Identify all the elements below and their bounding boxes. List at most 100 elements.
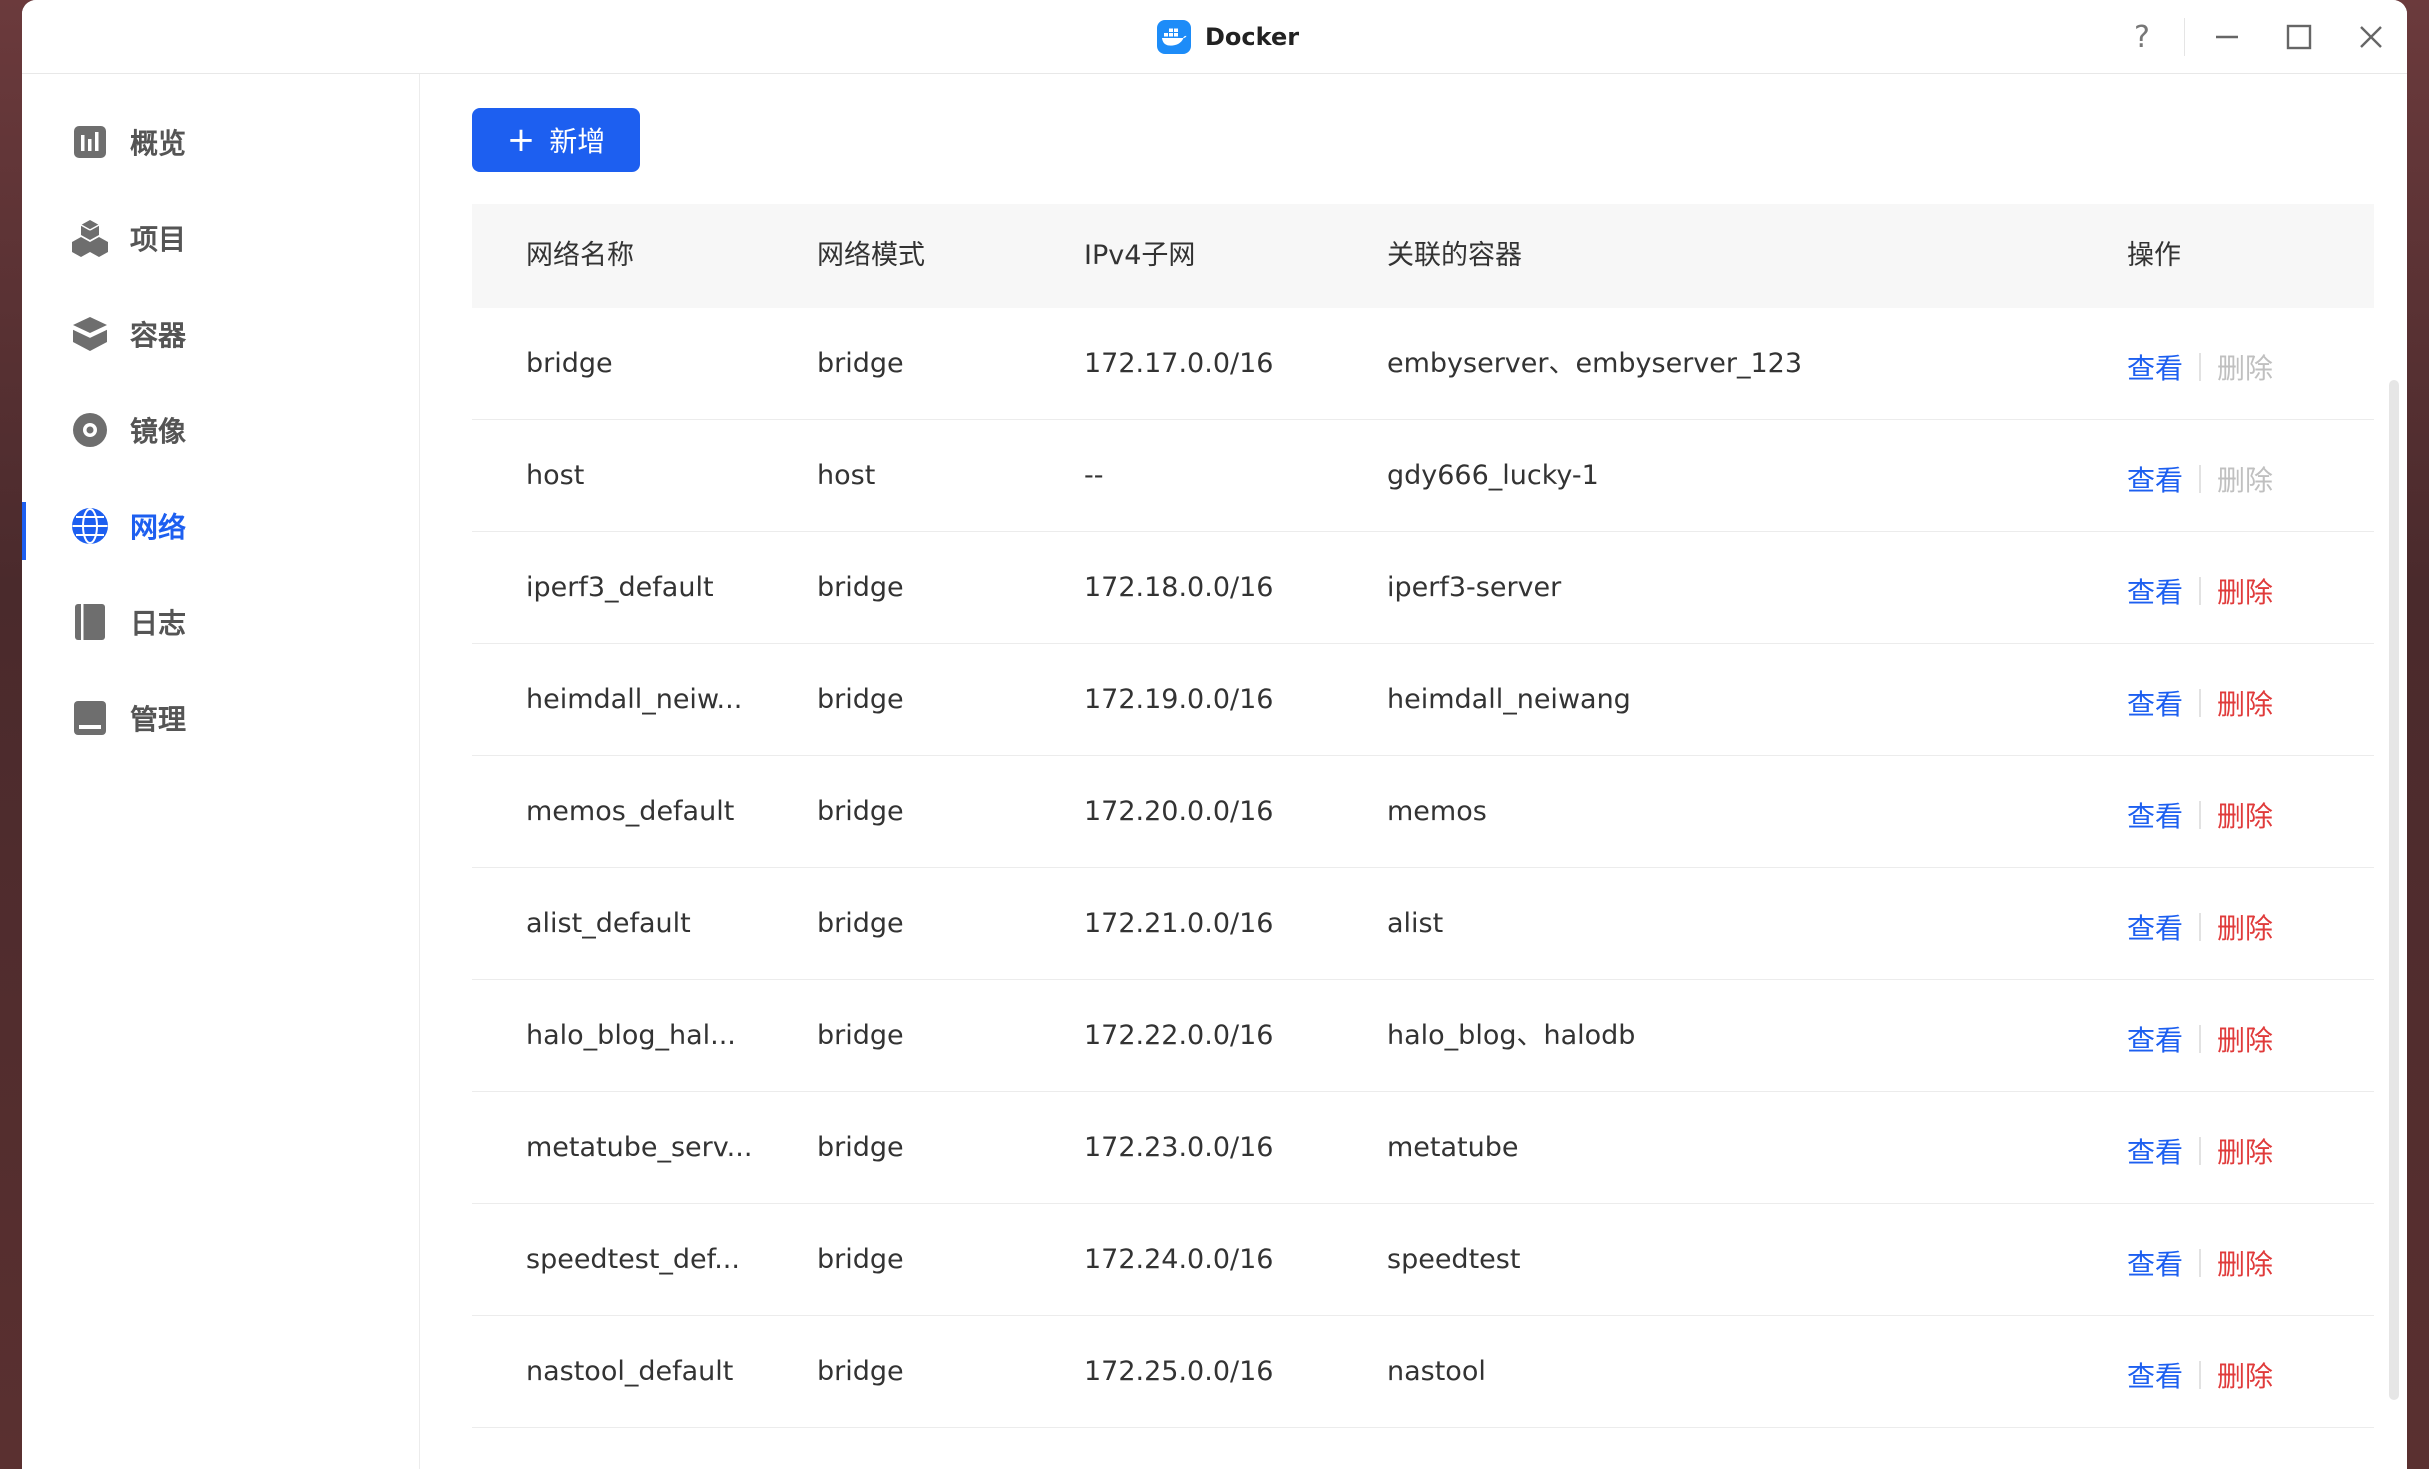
- action-divider: [2199, 1249, 2202, 1277]
- linked-containers: iperf3-server: [1387, 572, 1562, 603]
- delete-button[interactable]: 删除: [2217, 683, 2273, 723]
- sidebar-item-label: 镜像: [130, 415, 187, 448]
- network-name: metatube_serv...: [526, 1132, 753, 1163]
- ipv4-subnet: --: [1084, 460, 1104, 491]
- window-title: Docker: [1205, 23, 1300, 51]
- delete-button[interactable]: 删除: [2217, 1355, 2273, 1395]
- sidebar-item-label: 项目: [130, 223, 187, 256]
- ipv4-subnet: 172.23.0.0/16: [1084, 1132, 1274, 1163]
- header-actions: 操作: [2127, 240, 2181, 271]
- delete-button[interactable]: 删除: [2217, 571, 2273, 611]
- table-body: bridge bridge 172.17.0.0/16 embyserver、e…: [472, 308, 2374, 1428]
- sidebar-item-network[interactable]: 网络: [22, 486, 420, 566]
- view-button[interactable]: 查看: [2127, 1355, 2183, 1395]
- action-divider: [2199, 1137, 2202, 1165]
- table-row: memos_default bridge 172.20.0.0/16 memos…: [472, 756, 2374, 868]
- header-network-name[interactable]: 网络名称: [526, 204, 634, 308]
- header-network-mode[interactable]: 网络模式: [817, 204, 925, 308]
- view-button[interactable]: 查看: [2127, 1243, 2183, 1283]
- network-table: 网络名称 网络模式 IPv4子网 关联的容器 操作 bridge bridge …: [472, 204, 2374, 1428]
- network-mode: bridge: [817, 1132, 904, 1163]
- scrollbar[interactable]: [2389, 380, 2399, 1400]
- view-button[interactable]: 查看: [2127, 795, 2183, 835]
- row-actions: 查看 删除: [2127, 756, 2273, 868]
- view-button[interactable]: 查看: [2127, 571, 2183, 611]
- table-row: iperf3_default bridge 172.18.0.0/16 iper…: [472, 532, 2374, 644]
- minimize-icon[interactable]: [2191, 0, 2263, 74]
- docker-icon: [1157, 20, 1191, 54]
- view-button[interactable]: 查看: [2127, 347, 2183, 387]
- ipv4-subnet: 172.19.0.0/16: [1084, 684, 1274, 715]
- network-name: iperf3_default: [526, 572, 714, 603]
- help-icon[interactable]: ?: [2106, 0, 2178, 74]
- ipv4-subnet: 172.20.0.0/16: [1084, 796, 1274, 827]
- add-button-label: 新增: [549, 125, 606, 158]
- view-button[interactable]: 查看: [2127, 683, 2183, 723]
- sidebar-item-management[interactable]: 管理: [22, 678, 420, 758]
- view-button[interactable]: 查看: [2127, 1019, 2183, 1059]
- network-name: bridge: [526, 348, 613, 379]
- network-mode: bridge: [817, 1020, 904, 1051]
- sidebar-item-label: 容器: [130, 319, 187, 352]
- row-actions: 查看 删除: [2127, 644, 2273, 756]
- network-mode: bridge: [817, 1244, 904, 1275]
- table-header: 网络名称 网络模式 IPv4子网 关联的容器 操作: [472, 204, 2374, 308]
- network-mode: bridge: [817, 796, 904, 827]
- sidebar-item-containers[interactable]: 容器: [22, 294, 420, 374]
- main-content: + 新增 网络名称 网络模式 IPv4子网 关联的容器 操作 bridge br…: [420, 74, 2407, 1469]
- sidebar-item-label: 管理: [130, 703, 187, 736]
- disc-icon: [70, 410, 110, 450]
- delete-button[interactable]: 删除: [2217, 907, 2273, 947]
- action-divider: [2199, 353, 2202, 381]
- plus-icon: +: [506, 120, 536, 160]
- sidebar-item-overview[interactable]: 概览: [22, 102, 420, 182]
- add-network-button[interactable]: + 新增: [472, 108, 640, 172]
- sidebar-item-images[interactable]: 镜像: [22, 390, 420, 470]
- ipv4-subnet: 172.24.0.0/16: [1084, 1244, 1274, 1275]
- layers-icon: [70, 314, 110, 354]
- delete-button[interactable]: 删除: [2217, 1243, 2273, 1283]
- table-row: halo_blog_hal... bridge 172.22.0.0/16 ha…: [472, 980, 2374, 1092]
- maximize-icon[interactable]: [2263, 0, 2335, 74]
- book-icon: [70, 602, 110, 642]
- view-button[interactable]: 查看: [2127, 907, 2183, 947]
- linked-containers: gdy666_lucky-1: [1387, 460, 1599, 491]
- delete-button[interactable]: 删除: [2217, 1131, 2273, 1171]
- drive-icon: [70, 698, 110, 738]
- close-icon[interactable]: [2335, 0, 2407, 74]
- network-mode: bridge: [817, 1356, 904, 1387]
- network-name: alist_default: [526, 908, 691, 939]
- table-row: speedtest_def... bridge 172.24.0.0/16 sp…: [472, 1204, 2374, 1316]
- sidebar-item-projects[interactable]: 项目: [22, 198, 420, 278]
- sidebar-item-label: 概览: [130, 127, 187, 160]
- linked-containers: alist: [1387, 908, 1444, 939]
- network-mode: host: [817, 460, 876, 491]
- header-ipv4-subnet[interactable]: IPv4子网: [1084, 204, 1195, 308]
- network-mode: bridge: [817, 348, 904, 379]
- row-actions: 查看 删除: [2127, 308, 2273, 420]
- linked-containers: speedtest: [1387, 1244, 1521, 1275]
- table-row: bridge bridge 172.17.0.0/16 embyserver、e…: [472, 308, 2374, 420]
- network-name: heimdall_neiw...: [526, 684, 743, 715]
- delete-button: 删除: [2217, 352, 2274, 385]
- window-controls: ?: [2106, 0, 2407, 74]
- row-actions: 查看 删除: [2127, 1316, 2273, 1428]
- view-button[interactable]: 查看: [2127, 1131, 2183, 1171]
- view-button[interactable]: 查看: [2127, 459, 2183, 499]
- ipv4-subnet: 172.22.0.0/16: [1084, 1020, 1274, 1051]
- network-name: nastool_default: [526, 1356, 734, 1387]
- ipv4-subnet: 172.17.0.0/16: [1084, 348, 1274, 379]
- controls-divider: [2184, 18, 2185, 56]
- delete-button[interactable]: 删除: [2217, 795, 2273, 835]
- network-name: memos_default: [526, 796, 735, 827]
- action-divider: [2199, 577, 2202, 605]
- sidebar-item-logs[interactable]: 日志: [22, 582, 420, 662]
- network-name: host: [526, 460, 585, 491]
- row-actions: 查看 删除: [2127, 420, 2273, 532]
- docker-window: Docker ? 概览 项目 容器 镜像 网络 日志 管理 + 新增 网络名称 …: [22, 0, 2407, 1469]
- action-divider: [2199, 689, 2202, 717]
- row-actions: 查看 删除: [2127, 1204, 2273, 1316]
- delete-button[interactable]: 删除: [2217, 1019, 2273, 1059]
- network-name: speedtest_def...: [526, 1244, 740, 1275]
- action-divider: [2199, 913, 2202, 941]
